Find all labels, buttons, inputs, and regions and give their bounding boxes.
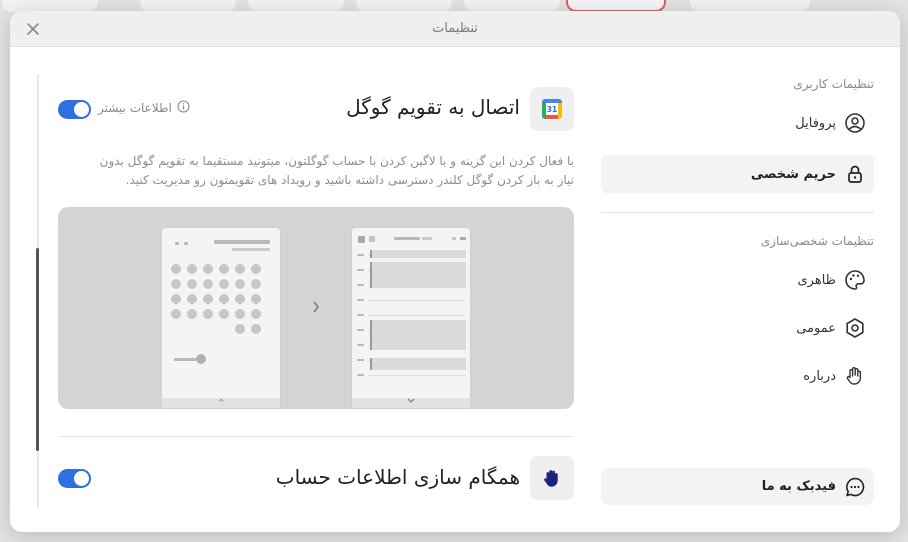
calendar-day-dot (251, 279, 261, 289)
account-sync-icon-box (530, 456, 574, 500)
phone-mockup-day (351, 227, 471, 409)
user-circle-icon (844, 112, 866, 134)
section-divider (58, 436, 574, 437)
calendar-day-dot (235, 264, 245, 274)
calendar-day-dot (219, 279, 229, 289)
chevron-up-icon: ^ (218, 398, 225, 407)
calendar-day-dot (235, 294, 245, 304)
calendar-day-dot (187, 309, 197, 319)
hour-row-label (357, 359, 364, 361)
sidebar-item-label: پروفایل (795, 115, 836, 131)
sidebar-item-label: حریم شخصی (750, 166, 836, 182)
calendar-day-dot (235, 324, 245, 334)
hour-row-label (357, 269, 364, 271)
calendar-day-dot (235, 309, 245, 319)
calendar-day-dot (203, 309, 213, 319)
account-sync-title: همگام سازی اطلاعات حساب (275, 465, 520, 489)
lock-icon (844, 163, 866, 185)
toggle-knob (74, 471, 89, 486)
calendar-day-dot (219, 264, 229, 274)
sidebar-item-privacy[interactable]: حریم شخصی (601, 155, 874, 193)
description-line: نیاز به باز کردن گوگل کلندر دسترسی داشته… (125, 173, 574, 187)
calendar-day-dot (171, 294, 181, 304)
privacy-settings-content: 31 اتصال به تقویم گوگل اطلاعات بیشتر با … (58, 47, 574, 532)
calendar-day-dot (187, 294, 197, 304)
more-info-link[interactable]: اطلاعات بیشتر (98, 100, 190, 116)
settings-sidebar: تنظیمات کاربری پروفایل حریم شخصی تنظیمات… (601, 47, 874, 532)
close-icon (27, 23, 39, 35)
calendar-day-dot (187, 264, 197, 274)
content-scrollbar-thumb[interactable] (36, 248, 39, 451)
calendar-day-dot (251, 264, 261, 274)
sidebar-divider (601, 212, 874, 213)
close-button[interactable] (24, 20, 42, 38)
modal-header: تنظیمات (10, 11, 900, 47)
hour-row-label (357, 374, 364, 376)
settings-modal: تنظیمات تنظیمات کاربری پروفایل حریم شخصی… (10, 11, 900, 532)
info-icon (177, 100, 190, 116)
hand-icon (544, 470, 558, 487)
sidebar-item-about[interactable]: درباره (601, 357, 874, 395)
sidebar-item-label: عمومی (796, 320, 836, 336)
phone-mockup-month: ^ (161, 227, 281, 409)
calendar-day-dot (235, 279, 245, 289)
calendar-day-dot (171, 279, 181, 289)
hour-row-label (357, 314, 364, 316)
calendar-day-dot (171, 264, 181, 274)
calendar-day-dot (251, 309, 261, 319)
google-calendar-description: با فعال کردن این گزینه و با لاگین کردن ب… (58, 152, 574, 190)
account-sync-toggle[interactable] (58, 469, 91, 488)
hour-row-label (357, 299, 364, 301)
hour-row-line (368, 375, 466, 376)
toggle-knob (74, 102, 89, 117)
calendar-day-dot (203, 264, 213, 274)
hour-row-line (368, 300, 466, 301)
personalization-heading: تنظیمات شخصی‌سازی (760, 234, 874, 248)
calendar-day-dot (203, 294, 213, 304)
calendar-sync-illustration: ^ (58, 207, 574, 409)
hand-wave-icon (844, 365, 866, 387)
sidebar-item-profile[interactable]: پروفایل (601, 104, 874, 142)
google-calendar-title: اتصال به تقویم گوگل (346, 95, 520, 119)
google-calendar-toggle[interactable] (58, 100, 91, 119)
calendar-day-dot (171, 309, 181, 319)
description-line: با فعال کردن این گزینه و با لاگین کردن ب… (99, 154, 574, 168)
google-calendar-icon-box: 31 (530, 87, 574, 131)
hour-row-label (357, 329, 364, 331)
chevron-left-icon (311, 299, 321, 318)
more-info-label: اطلاعات بیشتر (98, 101, 172, 115)
hour-row-label (357, 344, 364, 346)
chat-bubble-icon (844, 476, 866, 498)
calendar-day-dot (219, 309, 229, 319)
user-settings-heading: تنظیمات کاربری (793, 77, 874, 91)
feedback-button[interactable]: فیدبک به ما (601, 468, 874, 505)
hour-row-line (368, 315, 466, 316)
hour-row-label (357, 254, 364, 256)
hour-row-label (357, 284, 364, 286)
google-calendar-icon-label: 31 (547, 105, 557, 114)
sidebar-item-general[interactable]: عمومی (601, 309, 874, 347)
calendar-day-dot (219, 294, 229, 304)
sidebar-item-appearance[interactable]: ظاهری (601, 261, 874, 299)
calendar-day-dot (251, 294, 261, 304)
google-calendar-icon: 31 (542, 99, 562, 119)
sidebar-item-label: ظاهری (797, 272, 836, 288)
gear-hexagon-icon (844, 317, 866, 339)
chevron-down-icon (407, 389, 415, 408)
calendar-day-dot (203, 279, 213, 289)
palette-icon (844, 269, 866, 291)
sidebar-item-label: درباره (803, 368, 836, 384)
calendar-day-dot (251, 324, 261, 334)
feedback-label: فیدبک به ما (761, 479, 836, 494)
calendar-day-dot (187, 279, 197, 289)
modal-title: تنظیمات (432, 21, 478, 36)
